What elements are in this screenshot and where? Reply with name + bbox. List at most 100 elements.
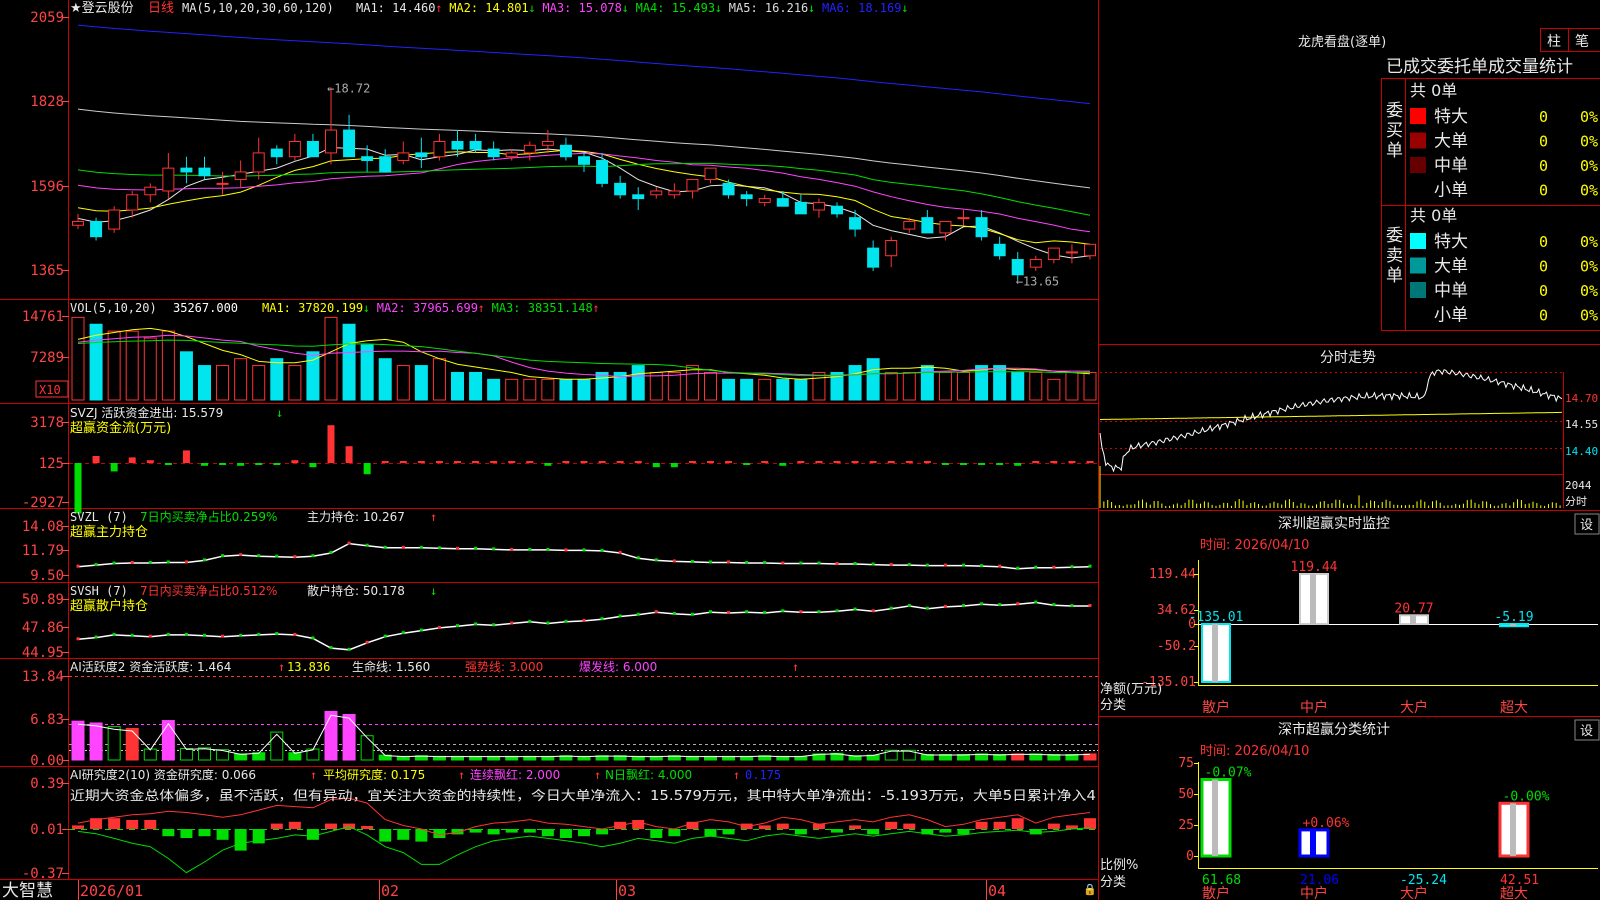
research-bar[interactable] [596,829,609,835]
candle-body[interactable] [270,148,283,158]
research-bar[interactable] [578,829,590,837]
fund-flow-bar[interactable] [1068,461,1076,463]
research-bar[interactable] [704,829,717,837]
fund-flow-bar[interactable] [309,463,317,468]
research-bar[interactable] [379,829,392,842]
fund-flow-bar[interactable] [182,450,190,463]
volume-bar[interactable] [902,371,916,401]
research-bar[interactable] [975,821,988,829]
candle-body[interactable] [180,167,193,173]
candle-body[interactable] [559,144,572,158]
fund-flow-bar[interactable] [580,461,588,463]
volume-bar[interactable] [234,358,248,401]
volume-bar[interactable] [451,371,464,401]
candle-body[interactable] [433,140,446,158]
fund-flow-bar[interactable] [960,463,967,465]
fund-flow-bar[interactable] [670,463,678,468]
volume-bar[interactable] [541,378,555,401]
fund-flow-bar[interactable] [435,461,443,463]
volume-bar[interactable] [378,358,392,401]
activity-bar[interactable] [324,710,338,761]
activity-bar[interactable] [89,722,103,761]
fund-flow-bar[interactable] [490,461,498,463]
research-bar[interactable] [397,829,410,840]
sz-monitor-settings-button[interactable]: 设 [1580,518,1593,533]
fund-flow-bar[interactable] [887,461,895,463]
research-bar[interactable] [270,823,283,829]
research-bar[interactable] [993,821,1006,829]
candle-body[interactable] [722,182,735,196]
fund-flow-bar[interactable] [634,461,642,463]
volume-bar[interactable] [342,323,356,401]
fund-flow-bar[interactable] [779,463,787,466]
research-bar[interactable] [306,829,319,840]
candle-body[interactable] [867,247,880,268]
candle-body[interactable] [144,186,157,196]
candle-body[interactable] [776,198,789,207]
fund-flow-bar[interactable] [797,461,805,463]
candle-body[interactable] [72,220,84,226]
candle-body[interactable] [306,140,319,158]
fund-flow-bar[interactable] [688,461,696,463]
volume-bar[interactable] [920,365,934,401]
volume-bar[interactable] [216,365,230,401]
volume-bar[interactable] [1065,371,1079,401]
period-label[interactable]: 日线 [148,1,174,16]
volume-bar[interactable] [1083,371,1097,401]
candle-body[interactable] [596,160,609,184]
fund-flow-bar[interactable] [1086,461,1094,463]
candle-body[interactable] [849,217,862,230]
research-bar[interactable] [234,829,247,851]
candle-body[interactable] [198,167,211,177]
fund-flow-bar[interactable] [652,463,660,468]
candle-body[interactable] [812,201,825,211]
research-bar[interactable] [198,829,211,837]
fund-flow-bar[interactable] [399,461,407,463]
research-bar[interactable] [559,829,572,838]
fund-flow-bar[interactable] [1032,461,1040,463]
research-bar[interactable] [776,823,789,829]
candle-body[interactable] [885,239,898,257]
volume-bar[interactable] [776,378,790,401]
research-bar[interactable] [126,820,139,829]
research-bar[interactable] [469,829,482,833]
research-bar[interactable] [849,825,862,829]
candle-body[interactable] [758,198,771,203]
research-bar[interactable] [1047,823,1060,829]
fund-flow-bar[interactable] [381,461,389,463]
candle-body[interactable] [162,167,175,192]
volume-bar[interactable] [143,337,157,401]
fund-flow-bar[interactable] [363,463,371,475]
candle-body[interactable] [126,194,139,211]
research-bar[interactable] [867,829,880,835]
research-bar[interactable] [288,821,301,829]
research-bar[interactable] [144,820,157,829]
research-bar[interactable] [505,829,518,833]
research-bar[interactable] [108,818,121,829]
volume-bar[interactable] [794,378,808,401]
volume-bar[interactable] [288,365,302,401]
research-bar[interactable] [632,820,645,829]
volume-bar[interactable] [704,371,717,401]
fund-flow-bar[interactable] [255,463,263,465]
volume-bar[interactable] [848,365,862,401]
volume-bar[interactable] [360,344,374,401]
fund-flow-bar[interactable] [1050,461,1058,463]
fund-flow-bar[interactable] [237,463,245,466]
volume-bar[interactable] [559,378,573,401]
fund-flow-bar[interactable] [851,461,859,463]
volume-bar[interactable] [649,371,663,401]
volume-bar[interactable] [523,378,537,401]
candle-body[interactable] [397,152,410,162]
volume-bar[interactable] [161,330,175,401]
volume-bar[interactable] [631,365,645,401]
candle-body[interactable] [650,190,663,196]
fund-flow-bar[interactable] [273,463,281,465]
candle-body[interactable] [325,129,337,154]
candle-body[interactable] [523,144,536,154]
volume-bar[interactable] [975,365,989,401]
research-bar[interactable] [650,829,663,838]
research-bar[interactable] [523,829,536,833]
research-bar[interactable] [794,829,807,835]
candle-body[interactable] [541,140,554,146]
